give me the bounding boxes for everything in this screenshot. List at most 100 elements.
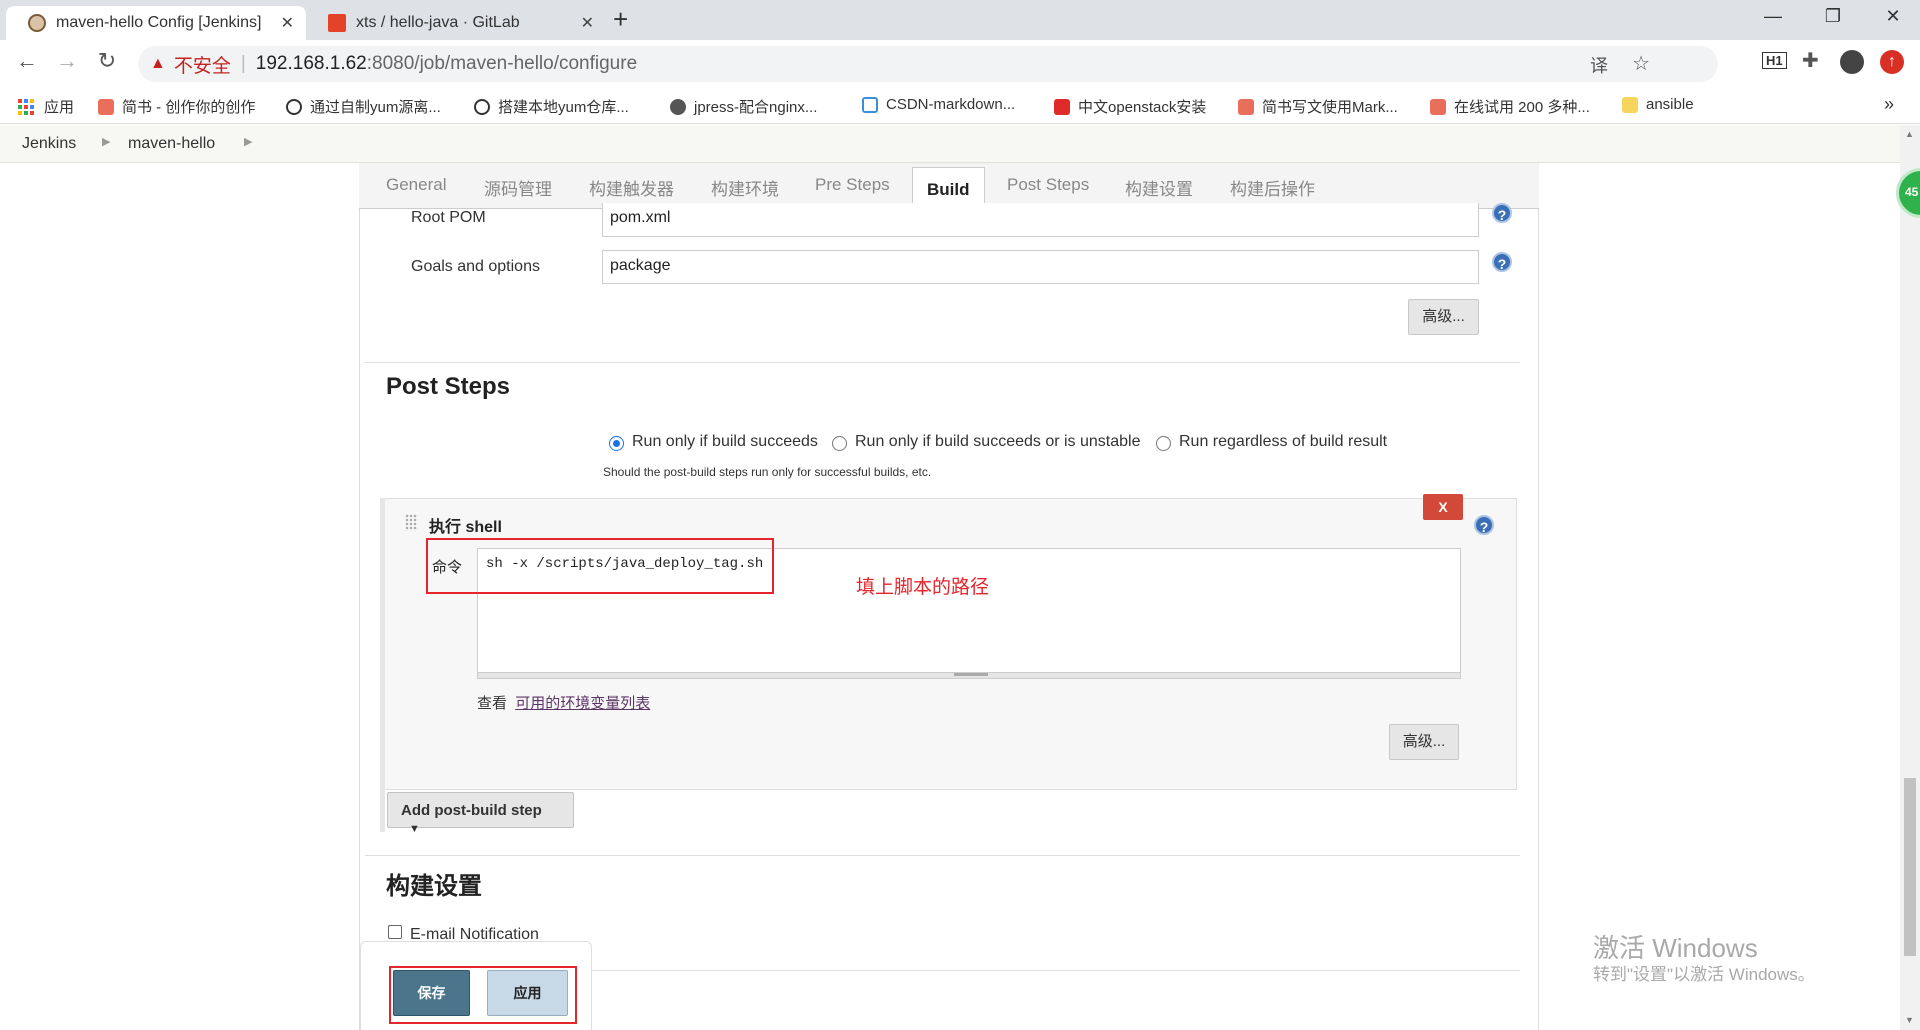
- browser-tab-gitlab[interactable]: xts / hello-java · GitLab ✕: [306, 6, 606, 40]
- resize-grip-icon[interactable]: [954, 673, 988, 676]
- extensions-puzzle-icon[interactable]: ✚: [1802, 48, 1819, 73]
- url-host: 192.168.1.62: [255, 53, 367, 74]
- url-omnibox[interactable]: ▲ 不安全 | 192.168.1.62 :8080/job/maven-hel…: [138, 46, 1718, 82]
- browser-tab-jenkins[interactable]: maven-hello Config [Jenkins] ✕: [6, 6, 306, 40]
- maximize-icon[interactable]: ❐: [1818, 6, 1848, 27]
- tab-post-steps[interactable]: Post Steps: [1007, 175, 1089, 195]
- add-post-build-step-button[interactable]: Add post-build step ▼: [387, 792, 574, 835]
- bookmark-ansible-folder[interactable]: ansible: [1622, 96, 1694, 113]
- env-vars-link[interactable]: 可用的环境变量列表: [515, 695, 650, 712]
- openstack-icon: [1054, 98, 1070, 115]
- goals-label: Goals and options: [411, 258, 540, 275]
- apps-grid-icon: [18, 98, 34, 115]
- bookmark-yum-offline[interactable]: 通过自制yum源离...: [286, 96, 441, 117]
- jianshu-icon: [1238, 98, 1254, 115]
- tab-general[interactable]: General: [386, 175, 446, 195]
- goals-input[interactable]: package: [602, 250, 1479, 284]
- annotation-text: 填上脚本的路径: [856, 577, 990, 598]
- post-steps-description: Should the post-build steps run only for…: [603, 465, 932, 479]
- env-vars-line: 查看 可用的环境变量列表: [477, 692, 650, 713]
- jianshu-icon: [98, 98, 114, 115]
- profile-avatar-icon[interactable]: [1840, 50, 1864, 74]
- bookmark-apps[interactable]: 应用: [18, 96, 74, 117]
- bookmark-label: 搭建本地yum仓库...: [498, 99, 629, 116]
- breadcrumb-chevron-icon[interactable]: ▶: [244, 135, 252, 148]
- help-icon[interactable]: ?: [1492, 203, 1512, 223]
- dropdown-caret-icon: ▼: [409, 823, 420, 835]
- bookmark-label: CSDN-markdown...: [886, 96, 1016, 113]
- bookmark-markdown[interactable]: 简书写文使用Mark...: [1238, 96, 1398, 117]
- tab-title: maven-hello Config [Jenkins]: [56, 14, 262, 31]
- radio-label: Run regardless of build result: [1179, 433, 1388, 450]
- close-tab-icon[interactable]: ✕: [281, 13, 294, 33]
- scroll-down-icon[interactable]: ▼: [1905, 1015, 1914, 1025]
- globe-icon: [670, 98, 686, 115]
- radio-run-if-unstable[interactable]: [832, 436, 847, 451]
- build-settings-title: 构建设置: [386, 873, 482, 900]
- breadcrumb-chevron-icon[interactable]: ▶: [102, 135, 110, 148]
- ansible-style-icon: [286, 98, 302, 115]
- bookmark-label: 中文openstack安装: [1078, 99, 1207, 116]
- breadcrumb-job[interactable]: maven-hello: [128, 135, 215, 153]
- bookmark-label: 简书 - 创作你的创作: [122, 99, 256, 116]
- tab-title: xts / hello-java · GitLab: [356, 14, 520, 31]
- bookmark-label: ansible: [1646, 96, 1694, 113]
- braces-icon: [862, 96, 878, 113]
- root-pom-input[interactable]: pom.xml: [602, 203, 1479, 237]
- close-tab-icon[interactable]: ✕: [581, 13, 594, 33]
- email-notification-checkbox[interactable]: [388, 925, 402, 939]
- bookmarks-bar: 应用 简书 - 创作你的创作 通过自制yum源离... 搭建本地yum仓库...…: [0, 88, 1920, 124]
- scroll-up-icon[interactable]: ▲: [1905, 129, 1914, 139]
- tab-pre-steps[interactable]: Pre Steps: [815, 175, 890, 195]
- tab-post-build[interactable]: 构建后操作: [1230, 175, 1315, 200]
- bookmark-jianshu[interactable]: 简书 - 创作你的创作: [98, 96, 255, 117]
- jenkins-favicon-icon: [28, 14, 46, 32]
- build-advanced-button[interactable]: 高级...: [1408, 299, 1479, 335]
- step-drag-rail: [380, 498, 385, 832]
- url-path: :8080/job/maven-hello/configure: [366, 53, 638, 74]
- back-icon[interactable]: ←: [12, 48, 42, 74]
- annotation-box-command: [426, 538, 774, 594]
- help-icon[interactable]: ?: [1474, 515, 1494, 535]
- reload-icon[interactable]: ↻: [92, 48, 122, 74]
- radio-label: Run only if build succeeds or is unstabl…: [855, 433, 1141, 450]
- tab-scm[interactable]: 源码管理: [484, 175, 552, 200]
- browser-tab-strip: maven-hello Config [Jenkins] ✕ xts / hel…: [0, 0, 1920, 40]
- close-window-icon[interactable]: ✕: [1878, 6, 1908, 27]
- h1-extension-icon[interactable]: H1: [1762, 52, 1787, 69]
- tab-triggers[interactable]: 构建触发器: [589, 175, 674, 200]
- address-bar-row: ← → ↻ ▲ 不安全 | 192.168.1.62 :8080/job/mav…: [0, 40, 1920, 88]
- shell-step-title: 执行 shell: [429, 519, 502, 536]
- radio-run-regardless[interactable]: [1156, 436, 1171, 451]
- post-steps-title: Post Steps: [386, 373, 511, 400]
- new-tab-icon[interactable]: +: [613, 4, 628, 35]
- scrollbar-thumb[interactable]: [1904, 778, 1916, 956]
- drag-handle-icon[interactable]: [405, 514, 418, 531]
- tab-environment[interactable]: 构建环境: [711, 175, 779, 200]
- translate-icon[interactable]: 译: [1590, 52, 1608, 78]
- breadcrumb-jenkins[interactable]: Jenkins: [22, 135, 76, 153]
- radio-label: Run only if build succeeds: [632, 433, 818, 450]
- bookmark-jpress[interactable]: jpress-配合nginx...: [670, 96, 817, 117]
- minimize-icon[interactable]: —: [1758, 6, 1788, 27]
- bookmark-label: 简书写文使用Mark...: [1262, 99, 1398, 116]
- bookmark-online-trial[interactable]: 在线试用 200 多种...: [1430, 96, 1590, 117]
- bookmark-label: jpress-配合nginx...: [694, 99, 818, 116]
- forward-icon[interactable]: →: [52, 48, 82, 74]
- section-divider: [365, 855, 1520, 856]
- annotation-box-buttons: [389, 966, 577, 1024]
- delete-step-button[interactable]: X: [1423, 494, 1463, 520]
- bookmark-openstack[interactable]: 中文openstack安装: [1054, 96, 1206, 117]
- page-scrollbar[interactable]: ▲ ▼: [1900, 125, 1920, 1030]
- chrome-update-icon[interactable]: ↑: [1880, 50, 1904, 74]
- textarea-resize-bar[interactable]: [477, 673, 1461, 679]
- bookmark-csdn[interactable]: CSDN-markdown...: [862, 96, 1015, 113]
- shell-advanced-button[interactable]: 高级...: [1389, 724, 1459, 760]
- help-icon[interactable]: ?: [1492, 252, 1512, 272]
- bookmark-star-icon[interactable]: ☆: [1632, 51, 1650, 76]
- bookmarks-overflow-icon[interactable]: »: [1884, 94, 1894, 115]
- bookmark-yum-local[interactable]: 搭建本地yum仓库...: [474, 96, 629, 117]
- tab-build-settings[interactable]: 构建设置: [1125, 175, 1193, 200]
- add-step-label: Add post-build step: [401, 802, 542, 819]
- radio-run-if-succeeds[interactable]: [609, 436, 624, 451]
